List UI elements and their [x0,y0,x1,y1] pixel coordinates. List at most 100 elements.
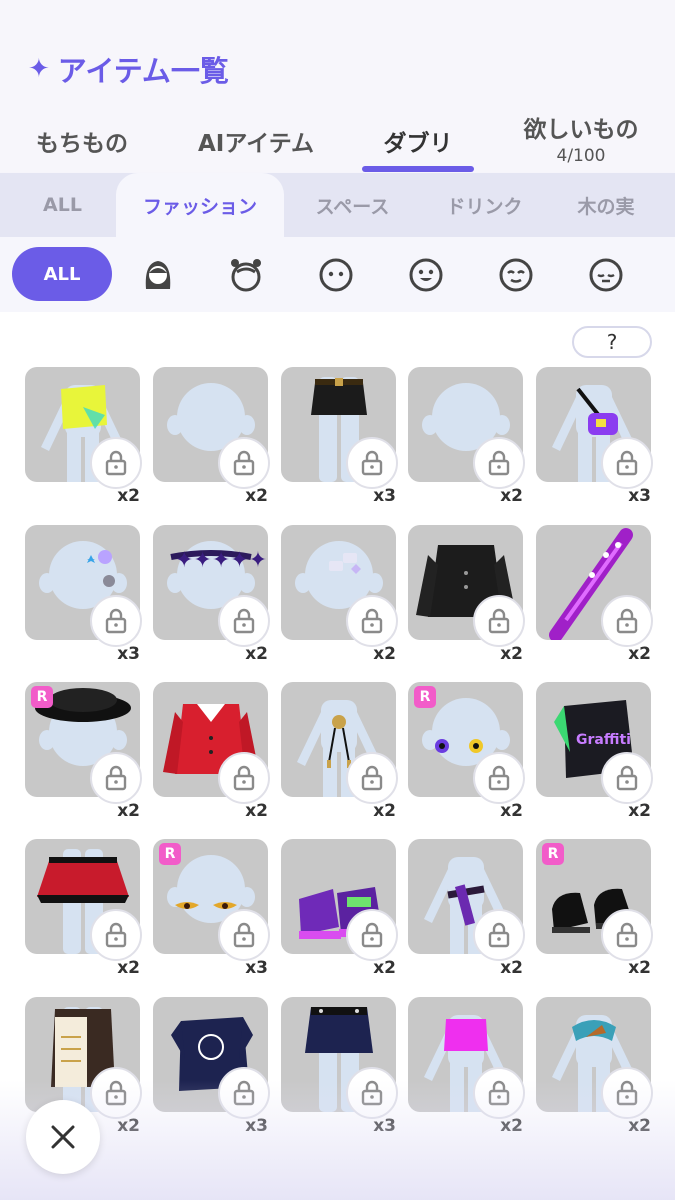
lock-icon[interactable] [601,752,653,804]
item-card[interactable]: x2 [408,839,525,979]
item-count: x2 [628,644,651,664]
hair-icon[interactable] [130,247,186,303]
subtabs: ALL ファッション スペース ドリンク 木の実 [0,173,675,237]
item-card[interactable]: x2 [25,367,142,507]
item-count: x2 [245,801,268,821]
subtab-drink[interactable]: ドリンク [422,173,547,237]
lock-icon[interactable] [601,1067,653,1119]
item-card[interactable]: ✦✦✦✦✦ x2 [153,525,270,665]
tab-label: ダブリ [383,131,453,157]
head-accessory-icon[interactable] [218,247,274,303]
item-card[interactable]: x3 [536,367,653,507]
lock-icon[interactable] [218,909,270,961]
item-count: x2 [117,486,140,506]
lock-icon[interactable] [90,1067,142,1119]
item-count: x2 [117,958,140,978]
item-count: x3 [245,958,268,978]
item-count: x3 [373,486,396,506]
category-filter-row: ALL [0,237,675,312]
item-count: x2 [117,1116,140,1136]
item-card[interactable]: x2 [153,682,270,822]
lock-icon[interactable] [218,752,270,804]
item-count: x3 [373,1116,396,1136]
item-card[interactable]: Rx3 [153,839,270,979]
item-card[interactable]: x2 [408,367,525,507]
page-title-text: アイテム一覧 [57,54,229,88]
item-card[interactable]: Rx2 [25,682,142,822]
item-card[interactable]: x2 [536,525,653,665]
lock-icon[interactable] [473,595,525,647]
item-count: x2 [500,1116,523,1136]
item-card[interactable]: x2 [153,367,270,507]
lock-icon[interactable] [601,595,653,647]
svg-text:✦✦✦✦✦: ✦✦✦✦✦ [175,548,267,573]
item-count: x2 [500,801,523,821]
item-card[interactable]: x2 [281,525,398,665]
item-count: x2 [500,958,523,978]
category-all-button[interactable]: ALL [12,247,112,301]
close-button[interactable] [26,1100,100,1174]
subtab-nuts[interactable]: 木の実 [550,173,662,237]
item-card[interactable]: x2 [408,525,525,665]
lock-icon[interactable] [218,437,270,489]
item-count: x2 [117,801,140,821]
lock-icon[interactable] [90,909,142,961]
item-card[interactable]: x2 [281,839,398,979]
item-card[interactable]: x2 [25,839,142,979]
item-card[interactable]: x3 [153,997,270,1137]
lock-icon[interactable] [473,752,525,804]
item-card[interactable]: Rx2 [408,682,525,822]
tab-label: もちもの [36,131,128,157]
lock-icon[interactable] [601,909,653,961]
svg-text:Graffiti: Graffiti [576,732,631,748]
item-count: x2 [245,644,268,664]
rare-badge: R [159,843,181,865]
face-happy-icon[interactable] [488,247,544,303]
tab-label: AIアイテム [197,131,315,157]
lock-icon[interactable] [346,752,398,804]
item-card[interactable]: Rx2 [536,839,653,979]
item-card[interactable]: x3 [281,367,398,507]
face-neutral-icon[interactable] [308,247,364,303]
item-count: x2 [245,486,268,506]
item-count: x2 [500,486,523,506]
tab-wishlist[interactable]: 欲しいもの 4/100 [515,110,647,174]
lock-icon[interactable] [218,1067,270,1119]
item-count: x3 [245,1116,268,1136]
lock-icon[interactable] [473,1067,525,1119]
lock-icon[interactable] [346,437,398,489]
help-button[interactable]: ? [572,326,652,358]
subtab-label: スペース [315,195,390,218]
lock-icon[interactable] [218,595,270,647]
lock-icon[interactable] [90,752,142,804]
item-card[interactable]: Graffiti x2 [536,682,653,822]
item-grid-area: ? x2 x2 x3 x2 x3 x3 ✦✦✦✦✦ x2 x2 x2 x2 Rx2 x2 x2 Rx2 Gra… [0,312,675,1200]
face-sad-icon[interactable] [578,247,634,303]
face-smile-icon[interactable] [398,247,454,303]
item-count: x3 [117,644,140,664]
item-card[interactable]: x2 [536,997,653,1137]
lock-icon[interactable] [90,437,142,489]
lock-icon[interactable] [473,437,525,489]
item-card[interactable]: x2 [408,997,525,1137]
subtab-space[interactable]: スペース [290,173,415,237]
lock-icon[interactable] [601,437,653,489]
item-count: x2 [628,1116,651,1136]
lock-icon[interactable] [346,595,398,647]
item-card[interactable]: x3 [25,525,142,665]
item-card[interactable]: x3 [281,997,398,1137]
help-label: ? [606,330,618,354]
lock-icon[interactable] [346,1067,398,1119]
subtab-fashion[interactable]: ファッション [116,173,284,237]
lock-icon[interactable] [346,909,398,961]
lock-icon[interactable] [90,595,142,647]
subtab-label: ALL [43,194,82,216]
lock-icon[interactable] [473,909,525,961]
item-count: x3 [628,486,651,506]
subtab-all[interactable]: ALL [0,173,125,237]
subtab-label: ドリンク [446,195,523,218]
item-card[interactable]: x2 [281,682,398,822]
active-tab-indicator [362,166,474,172]
subtab-label: ファッション [142,195,257,218]
subtab-label: 木の実 [577,195,635,218]
